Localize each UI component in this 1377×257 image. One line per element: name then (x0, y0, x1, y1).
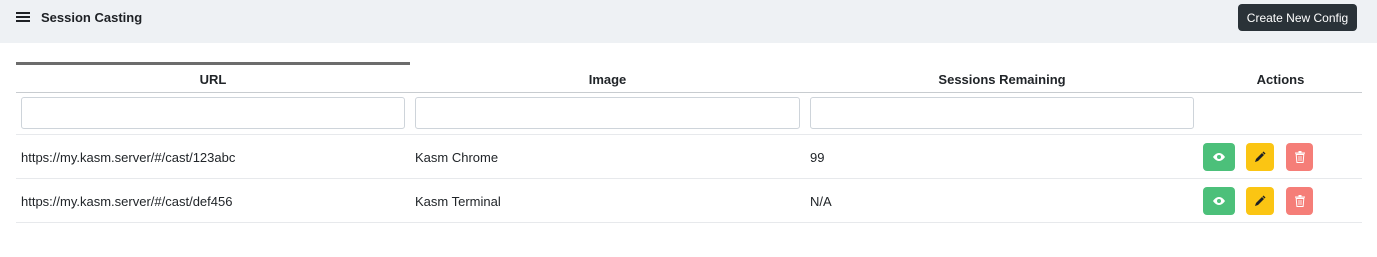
url-cell: https://my.kasm.server/#/cast/123abc (21, 149, 236, 165)
table-row: https://my.kasm.server/#/cast/def456 Kas… (16, 179, 1362, 223)
sessions-remaining-cell: 99 (810, 149, 825, 165)
image-filter-input[interactable] (415, 97, 800, 129)
filter-row (16, 93, 1362, 135)
view-button[interactable] (1203, 187, 1235, 215)
table-row: https://my.kasm.server/#/cast/123abc Kas… (16, 135, 1362, 179)
page-header: Session Casting Create New Config (0, 0, 1377, 43)
create-new-config-button[interactable]: Create New Config (1238, 4, 1357, 31)
delete-button[interactable] (1286, 187, 1313, 215)
image-cell: Kasm Chrome (415, 149, 499, 165)
view-button[interactable] (1203, 143, 1235, 171)
image-cell: Kasm Terminal (415, 193, 501, 209)
delete-button[interactable] (1286, 143, 1313, 171)
sessions-filter-input[interactable] (810, 97, 1194, 129)
column-header-image[interactable]: Image (410, 62, 805, 93)
trash-icon (1294, 151, 1305, 163)
hamburger-icon[interactable] (16, 12, 30, 24)
url-cell: https://my.kasm.server/#/cast/def456 (21, 193, 233, 209)
eye-icon (1213, 153, 1225, 161)
sessions-remaining-cell: N/A (810, 193, 832, 209)
column-header-actions: Actions (1256, 71, 1305, 87)
page-title: Session Casting (41, 10, 143, 25)
column-header-sessions-remaining[interactable]: Sessions Remaining (805, 62, 1199, 93)
edit-button[interactable] (1246, 187, 1274, 215)
pencil-icon (1255, 195, 1266, 206)
url-filter-input[interactable] (21, 97, 405, 129)
table-header: URL Image Sessions Remaining Actions (16, 62, 1362, 93)
pencil-icon (1255, 151, 1266, 162)
edit-button[interactable] (1246, 143, 1274, 171)
eye-icon (1213, 197, 1225, 205)
column-header-url[interactable]: URL (16, 62, 410, 93)
session-casting-table: URL Image Sessions Remaining Actions htt… (16, 62, 1362, 223)
trash-icon (1294, 195, 1305, 207)
